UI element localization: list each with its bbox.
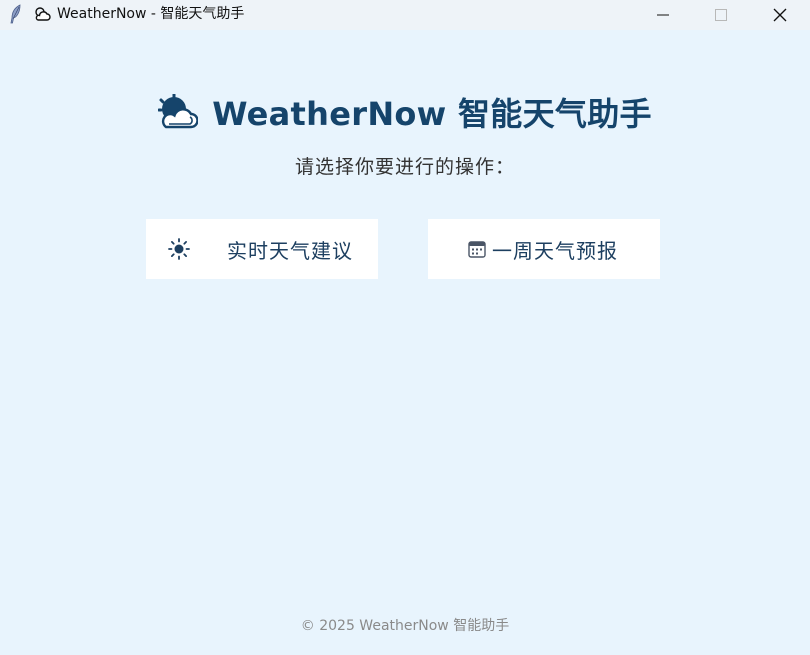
sun-behind-cloud-icon xyxy=(35,7,51,21)
window-title: WeatherNow - 智能天气助手 xyxy=(57,6,245,22)
sun-icon xyxy=(168,238,190,260)
weekly-forecast-button[interactable]: 一周天气预报 xyxy=(428,219,660,279)
footer-copyright: © 2025 WeatherNow 智能助手 xyxy=(300,618,510,634)
realtime-weather-advice-button[interactable]: 实时天气建议 xyxy=(146,219,378,279)
maximize-button[interactable] xyxy=(698,0,744,30)
window-titlebar: WeatherNow - 智能天气助手 xyxy=(0,0,810,30)
close-button[interactable] xyxy=(757,0,803,30)
minimize-icon xyxy=(657,14,669,16)
page-subtitle: 请选择你要进行的操作： xyxy=(294,156,515,178)
realtime-weather-advice-label: 实时天气建议 xyxy=(227,238,353,263)
maximize-icon xyxy=(715,9,727,21)
calendar-icon xyxy=(468,241,486,258)
feather-icon xyxy=(10,4,21,24)
close-icon xyxy=(773,8,787,22)
sun-behind-cloud-icon xyxy=(158,94,199,129)
weekly-forecast-label: 一周天气预报 xyxy=(492,238,618,263)
page-title: WeatherNow 智能天气助手 xyxy=(212,95,652,133)
main-window: WeatherNow 智能天气助手 请选择你要进行的操作： 实时天气建议 一周天… xyxy=(0,30,810,655)
minimize-button[interactable] xyxy=(640,0,686,30)
page-header: WeatherNow 智能天气助手 xyxy=(0,92,810,133)
